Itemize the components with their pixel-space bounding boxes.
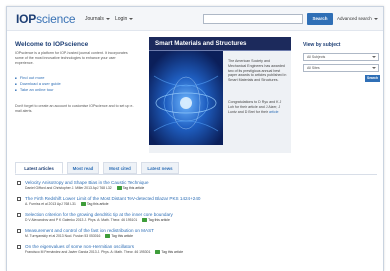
article-link[interactable]: article — [269, 110, 279, 114]
chevron-down-icon — [105, 17, 110, 20]
tag-label: Tag this article — [111, 234, 134, 238]
tag-label: Tag this article — [122, 186, 145, 190]
subject-select[interactable]: All Subjects — [303, 53, 379, 61]
site-header: IOPscience Journals Login Search Advance… — [7, 7, 383, 31]
featured-journal-congrats: Congratulations to D Ryu and K J Loh for… — [228, 100, 288, 114]
site-select[interactable]: All Sites — [303, 64, 379, 72]
tag-icon — [105, 234, 111, 238]
account-reminder-text: Don't forget to create an account to cus… — [15, 104, 134, 113]
article-checkbox[interactable] — [17, 197, 21, 201]
journal-cover-image[interactable] — [149, 51, 223, 145]
featured-journal-text: The American Society and Mechanical Engi… — [228, 59, 288, 83]
browser-page: IOPscience Journals Login Search Advance… — [6, 6, 384, 271]
view-by-subject-title: View by subject — [303, 42, 341, 48]
advanced-search-menu[interactable]: Advanced search — [337, 16, 378, 21]
chevron-down-icon — [372, 56, 376, 58]
article-title[interactable]: On the eigenvalues of some non-Hermitian… — [25, 244, 134, 249]
subject-search-button[interactable]: Search — [365, 75, 380, 82]
featured-journal-title[interactable]: Smart Materials and Structures — [155, 40, 246, 47]
tabs-divider — [15, 174, 377, 175]
article-title[interactable]: Selection criterion for the growing dend… — [25, 212, 173, 217]
featured-journal-description: The American Society and Mechanical Engi… — [228, 59, 287, 83]
tab-most-cited[interactable]: Most cited — [103, 162, 137, 174]
chevron-down-icon — [373, 17, 378, 20]
online-tour-link[interactable]: Take an online tour — [15, 87, 61, 93]
tag-label: Tag this article — [161, 250, 184, 254]
tag-this-article[interactable]: Tag this article — [155, 250, 183, 254]
tag-this-article[interactable]: Tag this article — [116, 186, 145, 190]
article-citation: D V Alexandrov and P K Galenko 2013 J. P… — [25, 218, 138, 222]
welcome-title: Welcome to IOPscience — [15, 41, 89, 48]
tag-this-article[interactable]: Tag this article — [105, 234, 133, 238]
article-title[interactable]: Measurement and control of the fast ion … — [25, 228, 154, 233]
article-citation: Daniel Gifford and Christopher J. Miller… — [25, 186, 112, 190]
tag-icon — [142, 218, 148, 222]
featured-journal-panel: Smart Materials and Structures The Ameri… — [149, 37, 291, 153]
article-meta: M. Turnyanskiy et al 2013 Nucl. Fusion 5… — [25, 234, 133, 238]
iopscience-logo[interactable]: IOPscience — [16, 12, 76, 26]
subject-select-value: All Subjects — [307, 55, 326, 59]
article-title[interactable]: Velocity Anisotropy and Shape Bias in th… — [25, 180, 149, 185]
article-checkbox[interactable] — [17, 245, 21, 249]
tag-this-article[interactable]: Tag this article — [80, 202, 109, 206]
tag-this-article[interactable]: Tag this article — [142, 218, 170, 222]
tag-icon — [155, 250, 161, 254]
tab-latest-news[interactable]: Latest news — [141, 162, 179, 174]
chevron-down-icon — [129, 17, 134, 20]
article-meta: Francisco M Fernández and Javier Garcia … — [25, 250, 183, 254]
welcome-text: IOPscience is a platform for IOP-hosted … — [15, 51, 128, 65]
tag-icon — [80, 202, 86, 206]
article-meta: D V Alexandrov and P K Galenko 2013 J. P… — [25, 218, 170, 222]
article-checkbox[interactable] — [17, 229, 21, 233]
search-button[interactable]: Search — [307, 13, 333, 25]
article-title[interactable]: The Firth Redshift Lower Limit of the Mo… — [25, 196, 200, 201]
featured-journal-header: Smart Materials and Structures — [149, 37, 291, 51]
tab-latest-articles[interactable]: Latest articles — [15, 162, 63, 174]
article-checkbox[interactable] — [17, 181, 21, 185]
advanced-search-label: Advanced search — [337, 16, 372, 21]
journals-menu[interactable]: Journals — [85, 16, 110, 22]
login-menu[interactable]: Login — [115, 16, 134, 22]
article-citation: Francisco M Fernández and Javier Garcia … — [25, 250, 151, 254]
search-input[interactable] — [203, 14, 303, 24]
logo-science-text: science — [36, 12, 76, 26]
logo-iop-text: IOP — [16, 12, 37, 26]
journals-menu-label: Journals — [85, 16, 104, 22]
login-menu-label: Login — [115, 16, 128, 22]
article-citation: A. Furniss et al 2013 ApJ 768 L31 — [25, 202, 76, 206]
tag-label: Tag this article — [86, 202, 109, 206]
tag-label: Tag this article — [148, 218, 170, 222]
tag-icon — [116, 186, 122, 190]
chevron-down-icon — [372, 67, 376, 69]
article-meta: Daniel Gifford and Christopher J. Miller… — [25, 186, 144, 190]
article-checkbox[interactable] — [17, 213, 21, 217]
tab-most-read[interactable]: Most read — [67, 162, 99, 174]
site-select-value: All Sites — [307, 66, 320, 70]
article-meta: A. Furniss et al 2013 ApJ 768 L31 Tag th… — [25, 202, 109, 206]
welcome-links: Find out more Download a user guide Take… — [15, 75, 61, 93]
article-citation: M. Turnyanskiy et al 2013 Nucl. Fusion 5… — [25, 234, 101, 238]
